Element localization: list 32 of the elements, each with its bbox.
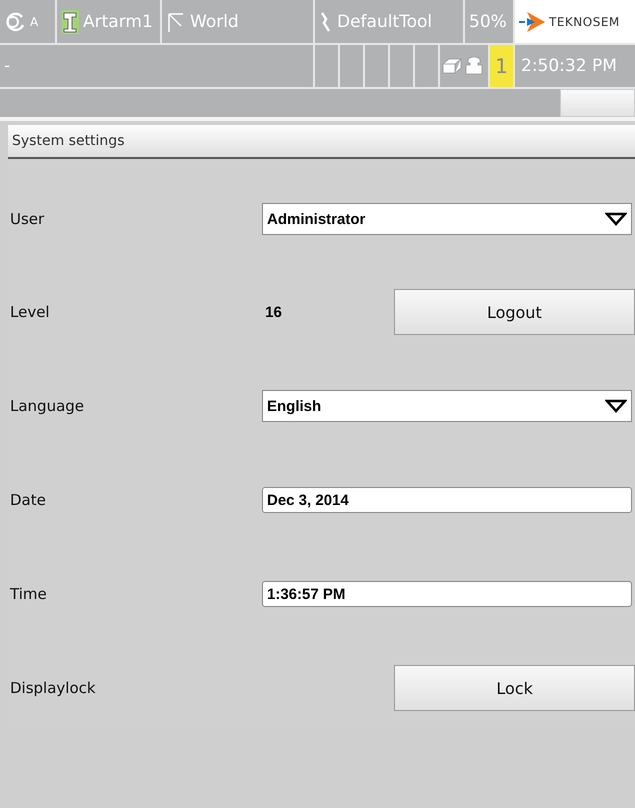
logo-icon (519, 12, 545, 32)
panel-title: System settings (8, 125, 635, 159)
mode-label: A (30, 14, 38, 28)
setting-label: Date (9, 491, 47, 509)
logo-text: TEKNOSEM (549, 14, 620, 28)
refresh-icon[interactable] (4, 10, 26, 32)
clock: 2:50:32 PM (521, 56, 617, 76)
speed-value: 50% (469, 12, 507, 32)
dropdown-arrow-icon[interactable] (605, 212, 627, 226)
setting-label: Level (9, 303, 51, 321)
frame-name: World (190, 12, 239, 32)
setting-label: Language (9, 397, 86, 415)
task-number: 1 (495, 54, 508, 78)
dropdown[interactable]: Administrator (262, 203, 632, 235)
status-message: - (4, 56, 10, 76)
setting-label: Displaylock (9, 679, 97, 697)
setting-label: Time (9, 585, 48, 603)
lock-button[interactable]: Lock (394, 665, 635, 711)
tool-name: DefaultTool (337, 12, 432, 32)
tool-icon[interactable] (319, 10, 333, 32)
robot-icon[interactable] (61, 10, 79, 34)
dropdown[interactable]: English (262, 390, 632, 422)
input-field[interactable]: 1:36:57 PM (262, 581, 632, 607)
blank-button[interactable] (560, 89, 635, 117)
setting-label: User (9, 210, 46, 228)
input-field[interactable]: Dec 3, 2014 (262, 487, 632, 513)
robot-name: Artarm1 (83, 12, 153, 32)
level-value: 16 (264, 304, 283, 320)
dropdown-arrow-icon[interactable] (605, 399, 627, 413)
axes-icon[interactable] (166, 10, 186, 32)
box-icon (442, 58, 462, 74)
logout-button[interactable]: Logout (394, 289, 635, 335)
